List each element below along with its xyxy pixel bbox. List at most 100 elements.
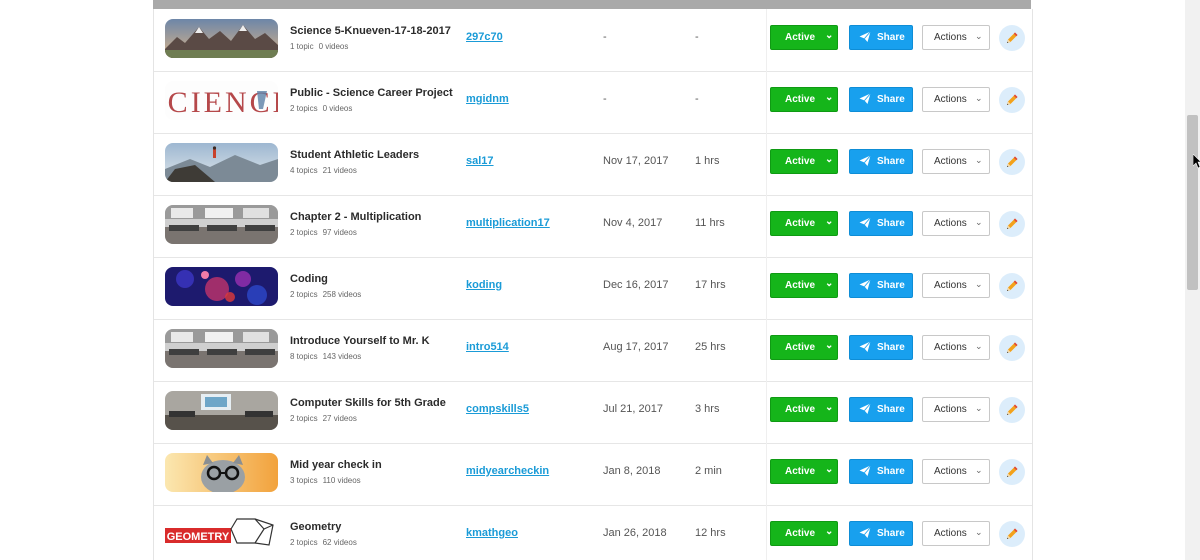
course-title[interactable]: Introduce Yourself to Mr. K <box>290 335 430 347</box>
share-button[interactable]: Share <box>849 397 913 422</box>
status-active-button[interactable]: Active ⌄ <box>770 87 838 112</box>
course-date: - <box>603 93 607 105</box>
paper-plane-icon <box>859 93 871 108</box>
edit-button[interactable] <box>999 149 1025 175</box>
course-code-link[interactable]: intro514 <box>466 341 509 353</box>
course-code-link[interactable]: kmathgeo <box>466 527 518 539</box>
status-active-button[interactable]: Active ⌄ <box>770 459 838 484</box>
actions-label: Actions <box>934 466 967 477</box>
video-count: 143 videos <box>322 352 362 361</box>
status-active-button[interactable]: Active ⌄ <box>770 211 838 236</box>
paper-plane-icon <box>859 527 871 542</box>
paper-plane-icon <box>859 465 871 480</box>
course-title[interactable]: Mid year check in <box>290 459 382 471</box>
share-label: Share <box>877 280 905 291</box>
course-code-link[interactable]: mgidnm <box>466 93 509 105</box>
status-active-button[interactable]: Active ⌄ <box>770 273 838 298</box>
course-code-link[interactable]: sal17 <box>466 155 494 167</box>
course-title[interactable]: Public - Science Career Project <box>290 87 453 99</box>
status-active-button[interactable]: Active ⌄ <box>770 521 838 546</box>
actions-dropdown[interactable]: Actions ⌄ <box>922 25 990 50</box>
course-title[interactable]: Chapter 2 - Multiplication <box>290 211 421 223</box>
share-button[interactable]: Share <box>849 87 913 112</box>
course-thumbnail[interactable] <box>165 267 278 306</box>
course-thumbnail[interactable] <box>165 205 278 244</box>
share-button[interactable]: Share <box>849 459 913 484</box>
video-count: 62 videos <box>322 538 357 547</box>
share-label: Share <box>877 32 905 43</box>
chevron-down-icon: ⌄ <box>825 526 834 537</box>
table-row: Student Athletic Leaders 4 topics 21 vide… <box>154 133 1032 196</box>
actions-dropdown[interactable]: Actions ⌄ <box>922 273 990 298</box>
share-label: Share <box>877 218 905 229</box>
course-thumbnail[interactable] <box>165 143 278 182</box>
actions-dropdown[interactable]: Actions ⌄ <box>922 211 990 236</box>
chevron-down-icon: ⌄ <box>825 278 834 289</box>
course-duration: 1 hrs <box>695 155 720 167</box>
row-actions: Active ⌄ Share Actions ⌄ <box>766 505 1032 560</box>
chevron-down-icon: ⌄ <box>975 279 983 289</box>
share-button[interactable]: Share <box>849 273 913 298</box>
share-button[interactable]: Share <box>849 211 913 236</box>
course-title[interactable]: Student Athletic Leaders <box>290 149 419 161</box>
course-duration: - <box>695 93 699 105</box>
topic-count: 2 topics <box>290 228 318 237</box>
course-code-link[interactable]: koding <box>466 279 502 291</box>
course-thumbnail[interactable]: SCIENCE <box>165 81 278 120</box>
share-button[interactable]: Share <box>849 521 913 546</box>
edit-button[interactable] <box>999 335 1025 361</box>
actions-dropdown[interactable]: Actions ⌄ <box>922 87 990 112</box>
course-meta: 3 topics 110 videos <box>290 476 366 485</box>
actions-dropdown[interactable]: Actions ⌄ <box>922 459 990 484</box>
row-actions: Active ⌄ Share Actions ⌄ <box>766 71 1032 133</box>
vertical-scrollbar[interactable] <box>1185 0 1200 560</box>
course-code-link[interactable]: 297c70 <box>466 31 503 43</box>
course-date: Jan 8, 2018 <box>603 465 661 477</box>
chevron-down-icon: ⌄ <box>975 465 983 475</box>
course-thumbnail[interactable]: GEOMETRY <box>165 515 278 554</box>
edit-button[interactable] <box>999 25 1025 51</box>
course-code-link[interactable]: multiplication17 <box>466 217 550 229</box>
actions-dropdown[interactable]: Actions ⌄ <box>922 335 990 360</box>
actions-dropdown[interactable]: Actions ⌄ <box>922 397 990 422</box>
course-title[interactable]: Coding <box>290 273 328 285</box>
chevron-down-icon: ⌄ <box>975 527 983 537</box>
status-active-button[interactable]: Active ⌄ <box>770 149 838 174</box>
course-thumbnail[interactable] <box>165 329 278 368</box>
actions-label: Actions <box>934 218 967 229</box>
course-code-link[interactable]: midyearcheckin <box>466 465 549 477</box>
actions-label: Actions <box>934 404 967 415</box>
edit-button[interactable] <box>999 273 1025 299</box>
edit-button[interactable] <box>999 211 1025 237</box>
course-thumbnail[interactable] <box>165 391 278 430</box>
mouse-cursor-icon <box>1192 153 1200 175</box>
scrollbar-thumb[interactable] <box>1187 115 1198 290</box>
course-date: Nov 4, 2017 <box>603 217 663 229</box>
course-thumbnail[interactable] <box>165 19 278 58</box>
actions-dropdown[interactable]: Actions ⌄ <box>922 521 990 546</box>
course-thumbnail[interactable] <box>165 453 278 492</box>
course-title[interactable]: Science 5-Knueven-17-18-2017 <box>290 25 451 37</box>
status-active-button[interactable]: Active ⌄ <box>770 335 838 360</box>
course-title[interactable]: Geometry <box>290 521 341 533</box>
chevron-down-icon: ⌄ <box>825 30 834 41</box>
status-active-button[interactable]: Active ⌄ <box>770 397 838 422</box>
video-count: 0 videos <box>322 104 353 113</box>
edit-button[interactable] <box>999 521 1025 547</box>
status-label: Active <box>785 466 816 477</box>
chevron-down-icon: ⌄ <box>825 340 834 351</box>
table-row: Science 5-Knueven-17-18-2017 1 topic 0 vi… <box>154 9 1032 72</box>
status-active-button[interactable]: Active ⌄ <box>770 25 838 50</box>
share-button[interactable]: Share <box>849 149 913 174</box>
course-title[interactable]: Computer Skills for 5th Grade <box>290 397 446 409</box>
edit-button[interactable] <box>999 397 1025 423</box>
topic-count: 2 topics <box>290 538 318 547</box>
edit-button[interactable] <box>999 87 1025 113</box>
actions-dropdown[interactable]: Actions ⌄ <box>922 149 990 174</box>
chevron-down-icon: ⌄ <box>975 155 983 165</box>
course-code-link[interactable]: compskills5 <box>466 403 529 415</box>
share-button[interactable]: Share <box>849 335 913 360</box>
edit-button[interactable] <box>999 459 1025 485</box>
status-label: Active <box>785 218 816 229</box>
share-button[interactable]: Share <box>849 25 913 50</box>
